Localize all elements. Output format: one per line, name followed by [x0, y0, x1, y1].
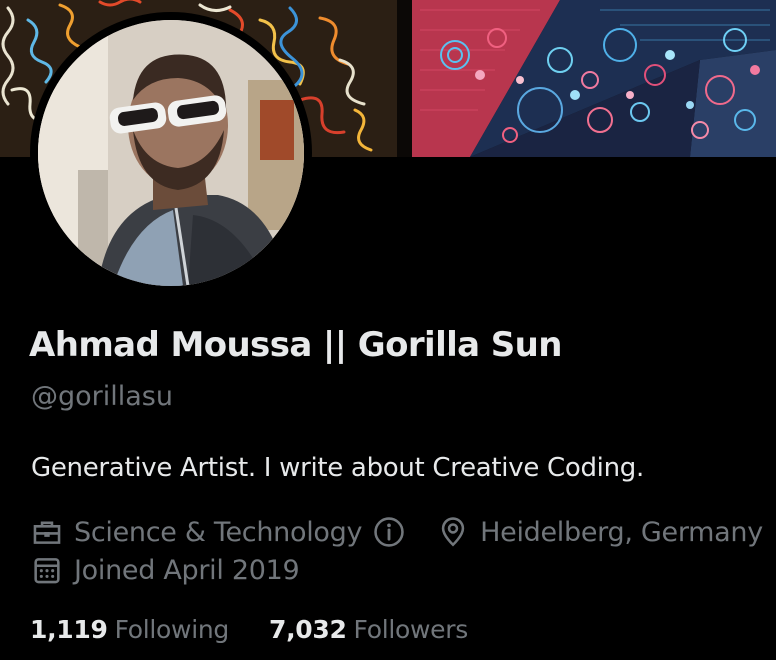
- briefcase-icon: [33, 521, 61, 544]
- avatar-photo: [38, 20, 304, 286]
- category-label: Science & Technology: [74, 516, 363, 548]
- user-handle: @gorillasu: [31, 381, 173, 412]
- profile-joined: Joined April 2019: [30, 553, 300, 587]
- following-label: Following: [114, 615, 230, 644]
- followers-label: Followers: [353, 615, 469, 644]
- display-name: Ahmad Moussa || Gorilla Sun: [29, 325, 562, 365]
- avatar[interactable]: [38, 20, 304, 286]
- profile-category: Science & Technology: [30, 515, 406, 549]
- calendar-icon: [34, 558, 60, 584]
- info-circle-icon[interactable]: [372, 515, 406, 549]
- following-link[interactable]: 1,119 Following: [30, 615, 229, 644]
- follow-stats: 1,119 Following 7,032 Followers: [30, 615, 468, 644]
- location-pin-icon: [441, 517, 465, 547]
- profile-location: Heidelberg, Germany: [436, 515, 763, 549]
- followers-count: 7,032: [268, 615, 347, 644]
- joined-label: Joined April 2019: [74, 554, 300, 586]
- profile-meta-row: Science & Technology Heidelberg, Germany: [30, 514, 776, 550]
- profile-joined-row: Joined April 2019: [30, 552, 300, 588]
- location-label: Heidelberg, Germany: [480, 516, 763, 548]
- profile-bio: Generative Artist. I write about Creativ…: [31, 453, 644, 483]
- followers-link[interactable]: 7,032 Followers: [269, 615, 468, 644]
- avatar-frame[interactable]: [30, 12, 312, 294]
- following-count: 1,119: [30, 615, 108, 644]
